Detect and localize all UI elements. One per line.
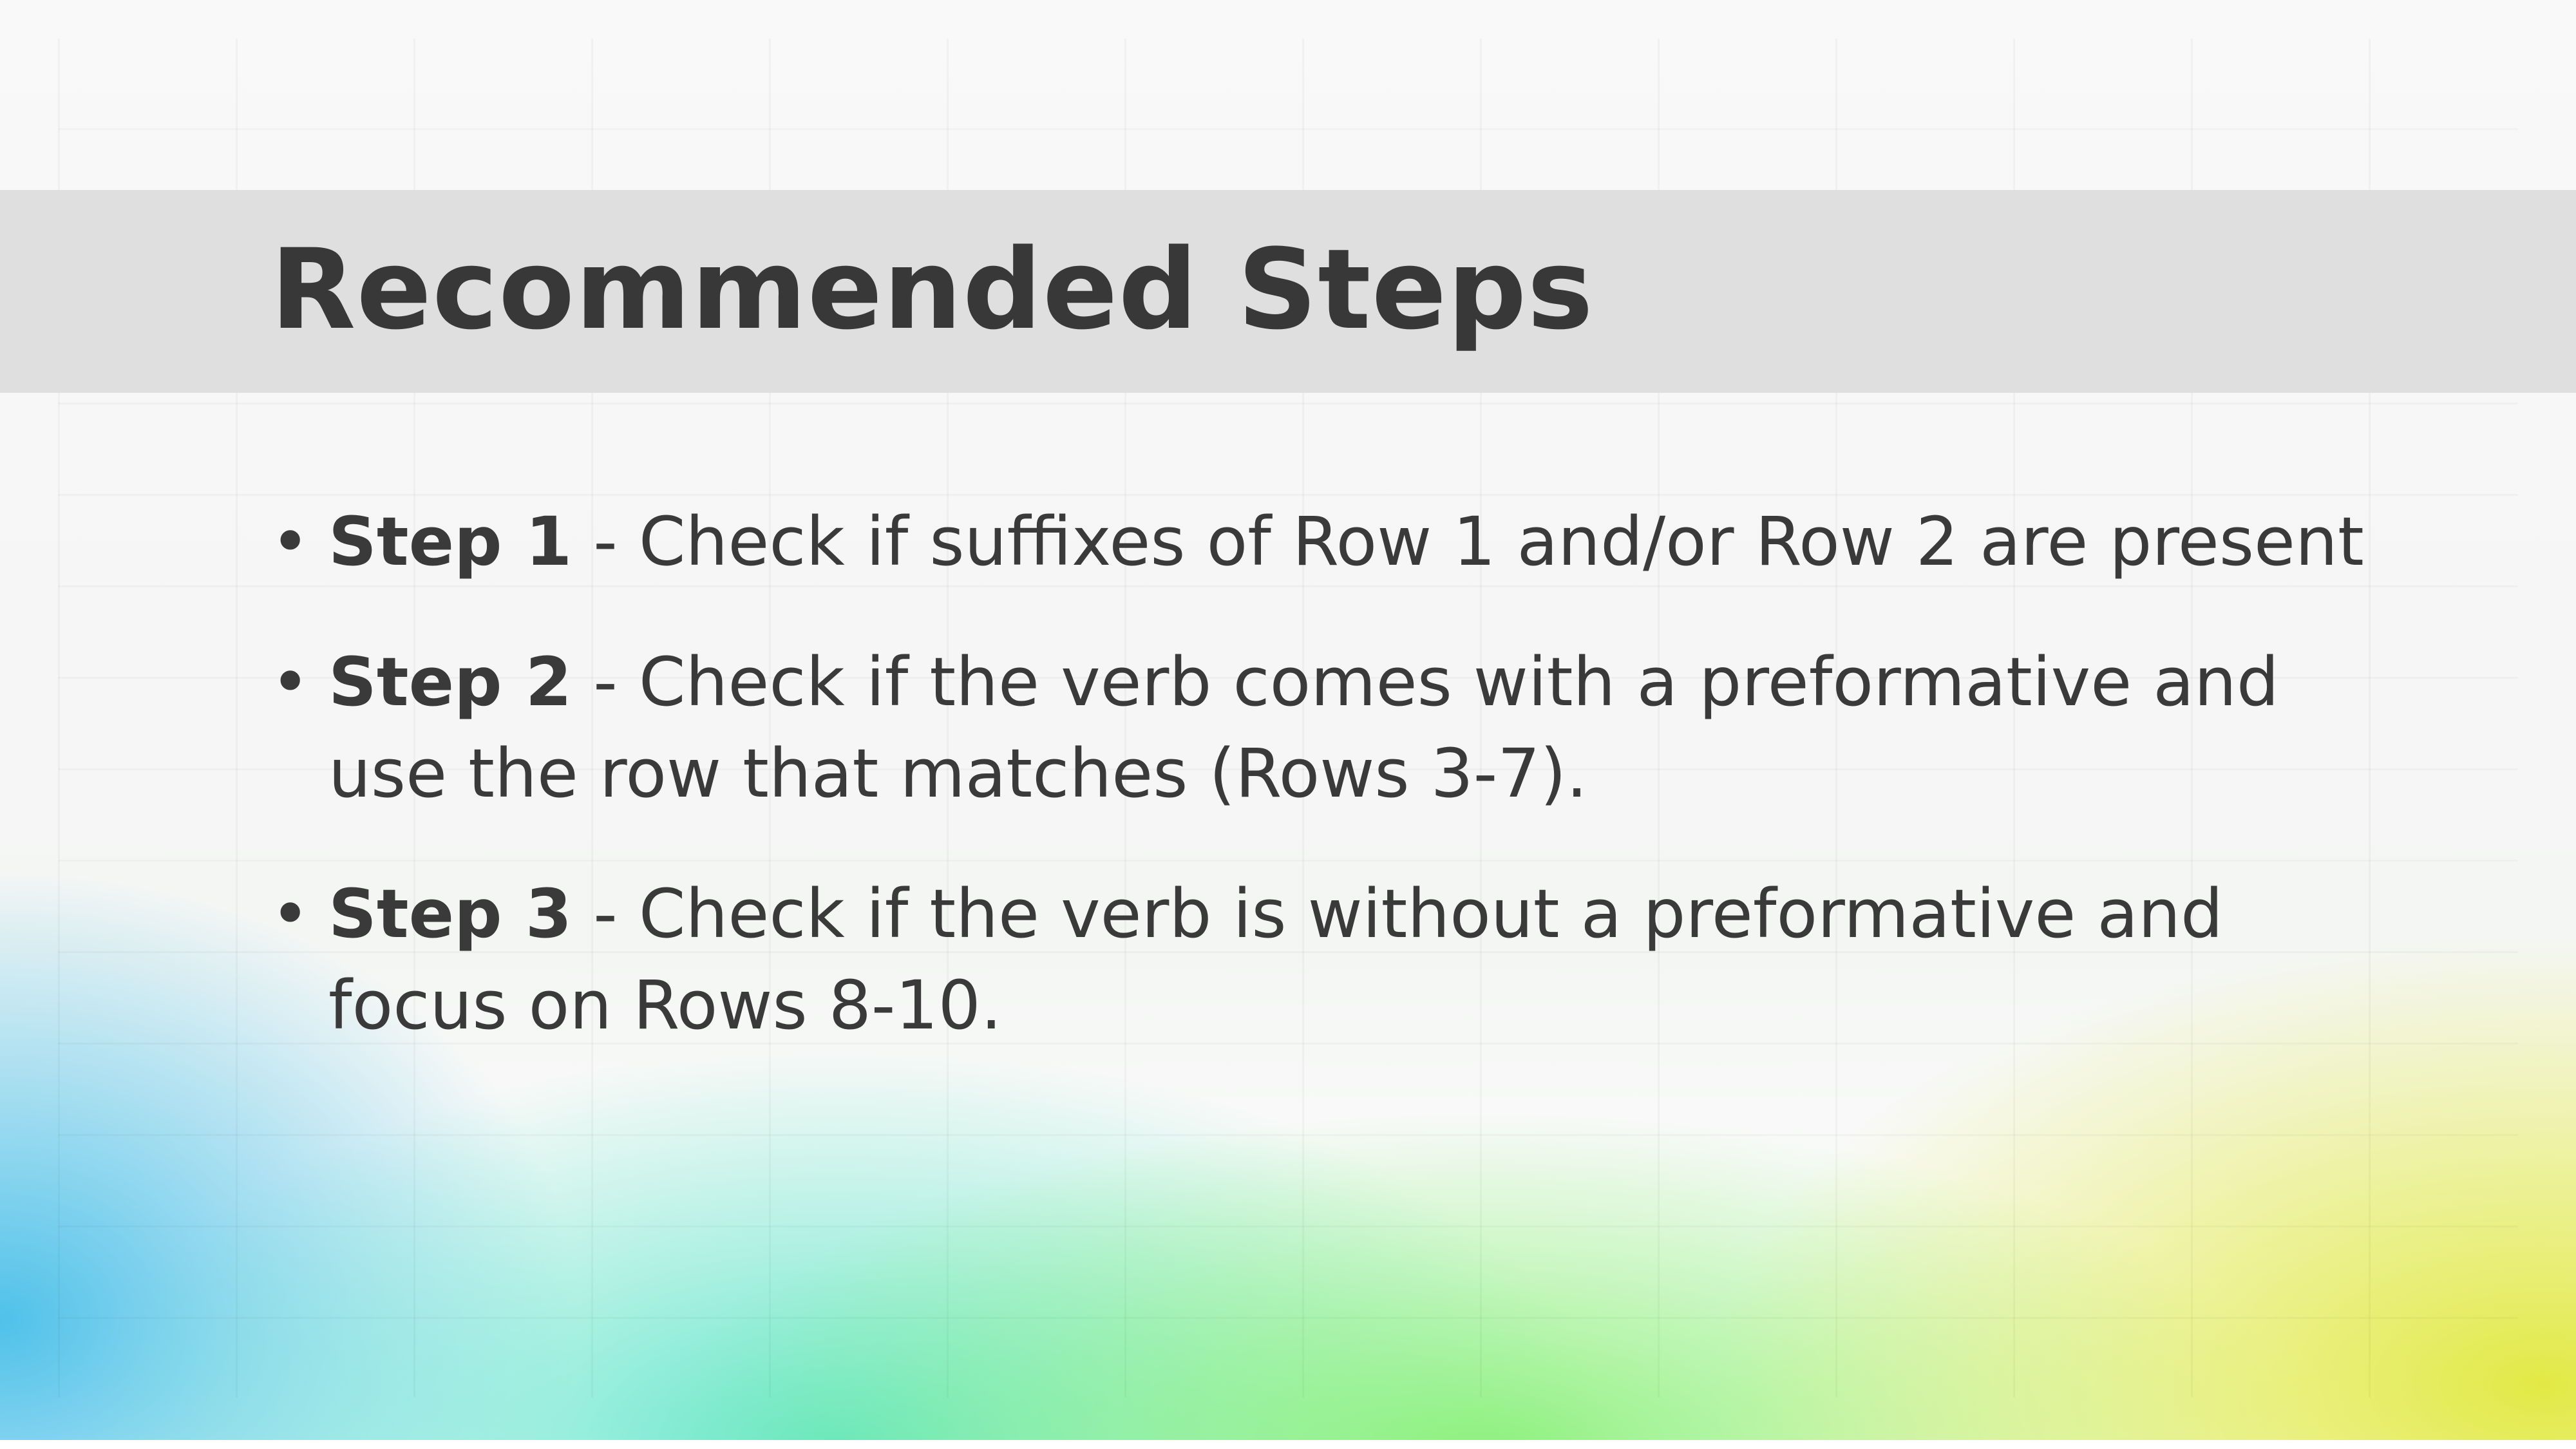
- list-item-step-1: • Step 1 - Check if suffixes of Row 1 an…: [264, 496, 2389, 587]
- step-text: - Check if the verb is without a preform…: [328, 875, 2224, 1045]
- bullet-icon: •: [270, 643, 310, 721]
- bottom-edge-strip: [0, 1440, 2576, 1449]
- bullet-icon: •: [270, 875, 310, 953]
- bullet-icon: •: [270, 502, 310, 581]
- list-item-step-3: • Step 3 - Check if the verb is without …: [264, 868, 2389, 1051]
- step-label: Step 3: [328, 875, 573, 953]
- steps-list: • Step 1 - Check if suffixes of Row 1 an…: [264, 496, 2389, 1100]
- step-text: - Check if suffixes of Row 1 and/or Row …: [572, 502, 2364, 581]
- page-title: Recommended Steps: [270, 225, 1594, 354]
- step-text: - Check if the verb comes with a preform…: [328, 643, 2279, 813]
- list-item-step-2: • Step 2 - Check if the verb comes with …: [264, 636, 2389, 819]
- step-label: Step 2: [328, 643, 573, 721]
- step-label: Step 1: [328, 502, 573, 581]
